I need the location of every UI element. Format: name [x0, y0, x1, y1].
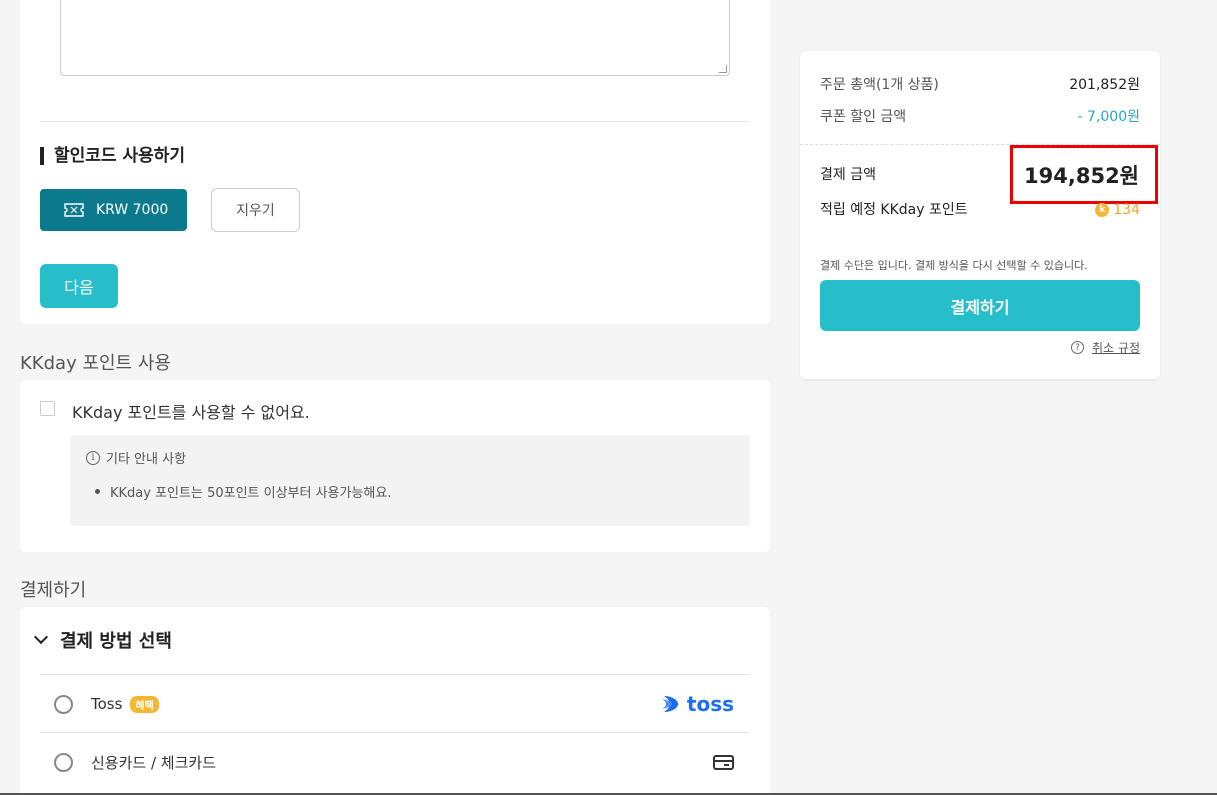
benefit-badge: 혜택 [130, 695, 159, 713]
credit-card-icon [713, 754, 734, 770]
toss-logo-icon [661, 696, 678, 712]
coupon-code-button[interactable]: KRW 7000 [40, 189, 187, 231]
order-total-label: 주문 총액(1개 상품) [820, 77, 939, 93]
radio-button[interactable] [54, 694, 73, 714]
points-section-heading: KKday 포인트 사용 [20, 353, 171, 374]
coupon-discount-label: 쿠폰 할인 금액 [820, 109, 907, 125]
earn-points-label: 적립 예정 KKday 포인트 [820, 202, 968, 218]
coupon-discount-row: 쿠폰 할인 금액 - 7,000원 [820, 106, 1140, 126]
clear-button[interactable]: 지우기 [211, 188, 300, 232]
payment-option-label: Toss [91, 695, 123, 713]
payment-card: 결제 방법 선택 Toss 혜택 toss 신용카드 / 체크카드 [20, 607, 770, 795]
kkday-coin-icon: k [1095, 203, 1110, 217]
pay-amount-value: 194,852원 [1024, 163, 1139, 188]
toss-logo: toss [660, 692, 734, 716]
info-icon: i [86, 450, 100, 465]
order-total-row: 주문 총액(1개 상품) 201,852원 [820, 74, 1140, 94]
pay-button[interactable]: 결제하기 [820, 280, 1140, 331]
notice-title: 기타 안내 사항 [106, 452, 187, 467]
cancel-policy-label: 취소 규정 [1092, 341, 1140, 355]
pay-amount-label: 결제 금액 [820, 167, 876, 183]
payment-note: 결제 수단은 입니다. 결제 방식을 다시 선택할 수 있습니다. [820, 259, 1088, 272]
coupon-code-label: KRW 7000 [96, 202, 169, 218]
earn-points: k 134 [1095, 202, 1140, 218]
order-summary-card: 주문 총액(1개 상품) 201,852원 쿠폰 할인 금액 - 7,000원 … [800, 51, 1160, 379]
question-icon: ? [1071, 341, 1085, 354]
pay-amount-highlight: 194,852원 [1010, 145, 1158, 204]
chevron-down-icon [33, 629, 49, 645]
resize-handle[interactable] [719, 65, 727, 73]
coupon-discount-value: - 7,000원 [1077, 109, 1140, 125]
ticket-icon [64, 203, 84, 217]
points-card: KKday 포인트를 사용할 수 없어요. i 기타 안내 사항 KKday 포… [20, 380, 770, 552]
discount-card: 할인코드 사용하기 KRW 7000 지우기 다음 [20, 0, 770, 324]
payment-option-card[interactable]: 신용카드 / 체크카드 [40, 733, 750, 791]
next-button[interactable]: 다음 [40, 264, 118, 308]
payment-option-label: 신용카드 / 체크카드 [91, 753, 216, 772]
toss-logo-text: toss [686, 692, 734, 716]
order-total-value: 201,852원 [1069, 77, 1140, 93]
cancel-policy-link[interactable]: ? 취소 규정 [1071, 339, 1140, 356]
notice-item: KKday 포인트는 50포인트 이상부터 사용가능해요. [95, 482, 392, 501]
request-textarea[interactable] [60, 0, 730, 76]
discount-section-title: 할인코드 사용하기 [40, 145, 185, 167]
payment-method-title: 결제 방법 선택 [60, 631, 172, 652]
payment-section-heading: 결제하기 [20, 580, 87, 601]
radio-button[interactable] [54, 752, 73, 772]
notice-header: i 기타 안내 사항 [86, 448, 186, 467]
payment-method-toggle[interactable]: 결제 방법 선택 [33, 627, 172, 653]
payment-option-toss[interactable]: Toss 혜택 toss [40, 675, 750, 733]
use-points-checkbox[interactable] [40, 401, 55, 416]
points-notice: i 기타 안내 사항 KKday 포인트는 50포인트 이상부터 사용가능해요. [70, 435, 750, 526]
divider [40, 121, 750, 122]
earn-points-value: 134 [1113, 202, 1140, 218]
use-points-label: KKday 포인트를 사용할 수 없어요. [72, 403, 310, 422]
